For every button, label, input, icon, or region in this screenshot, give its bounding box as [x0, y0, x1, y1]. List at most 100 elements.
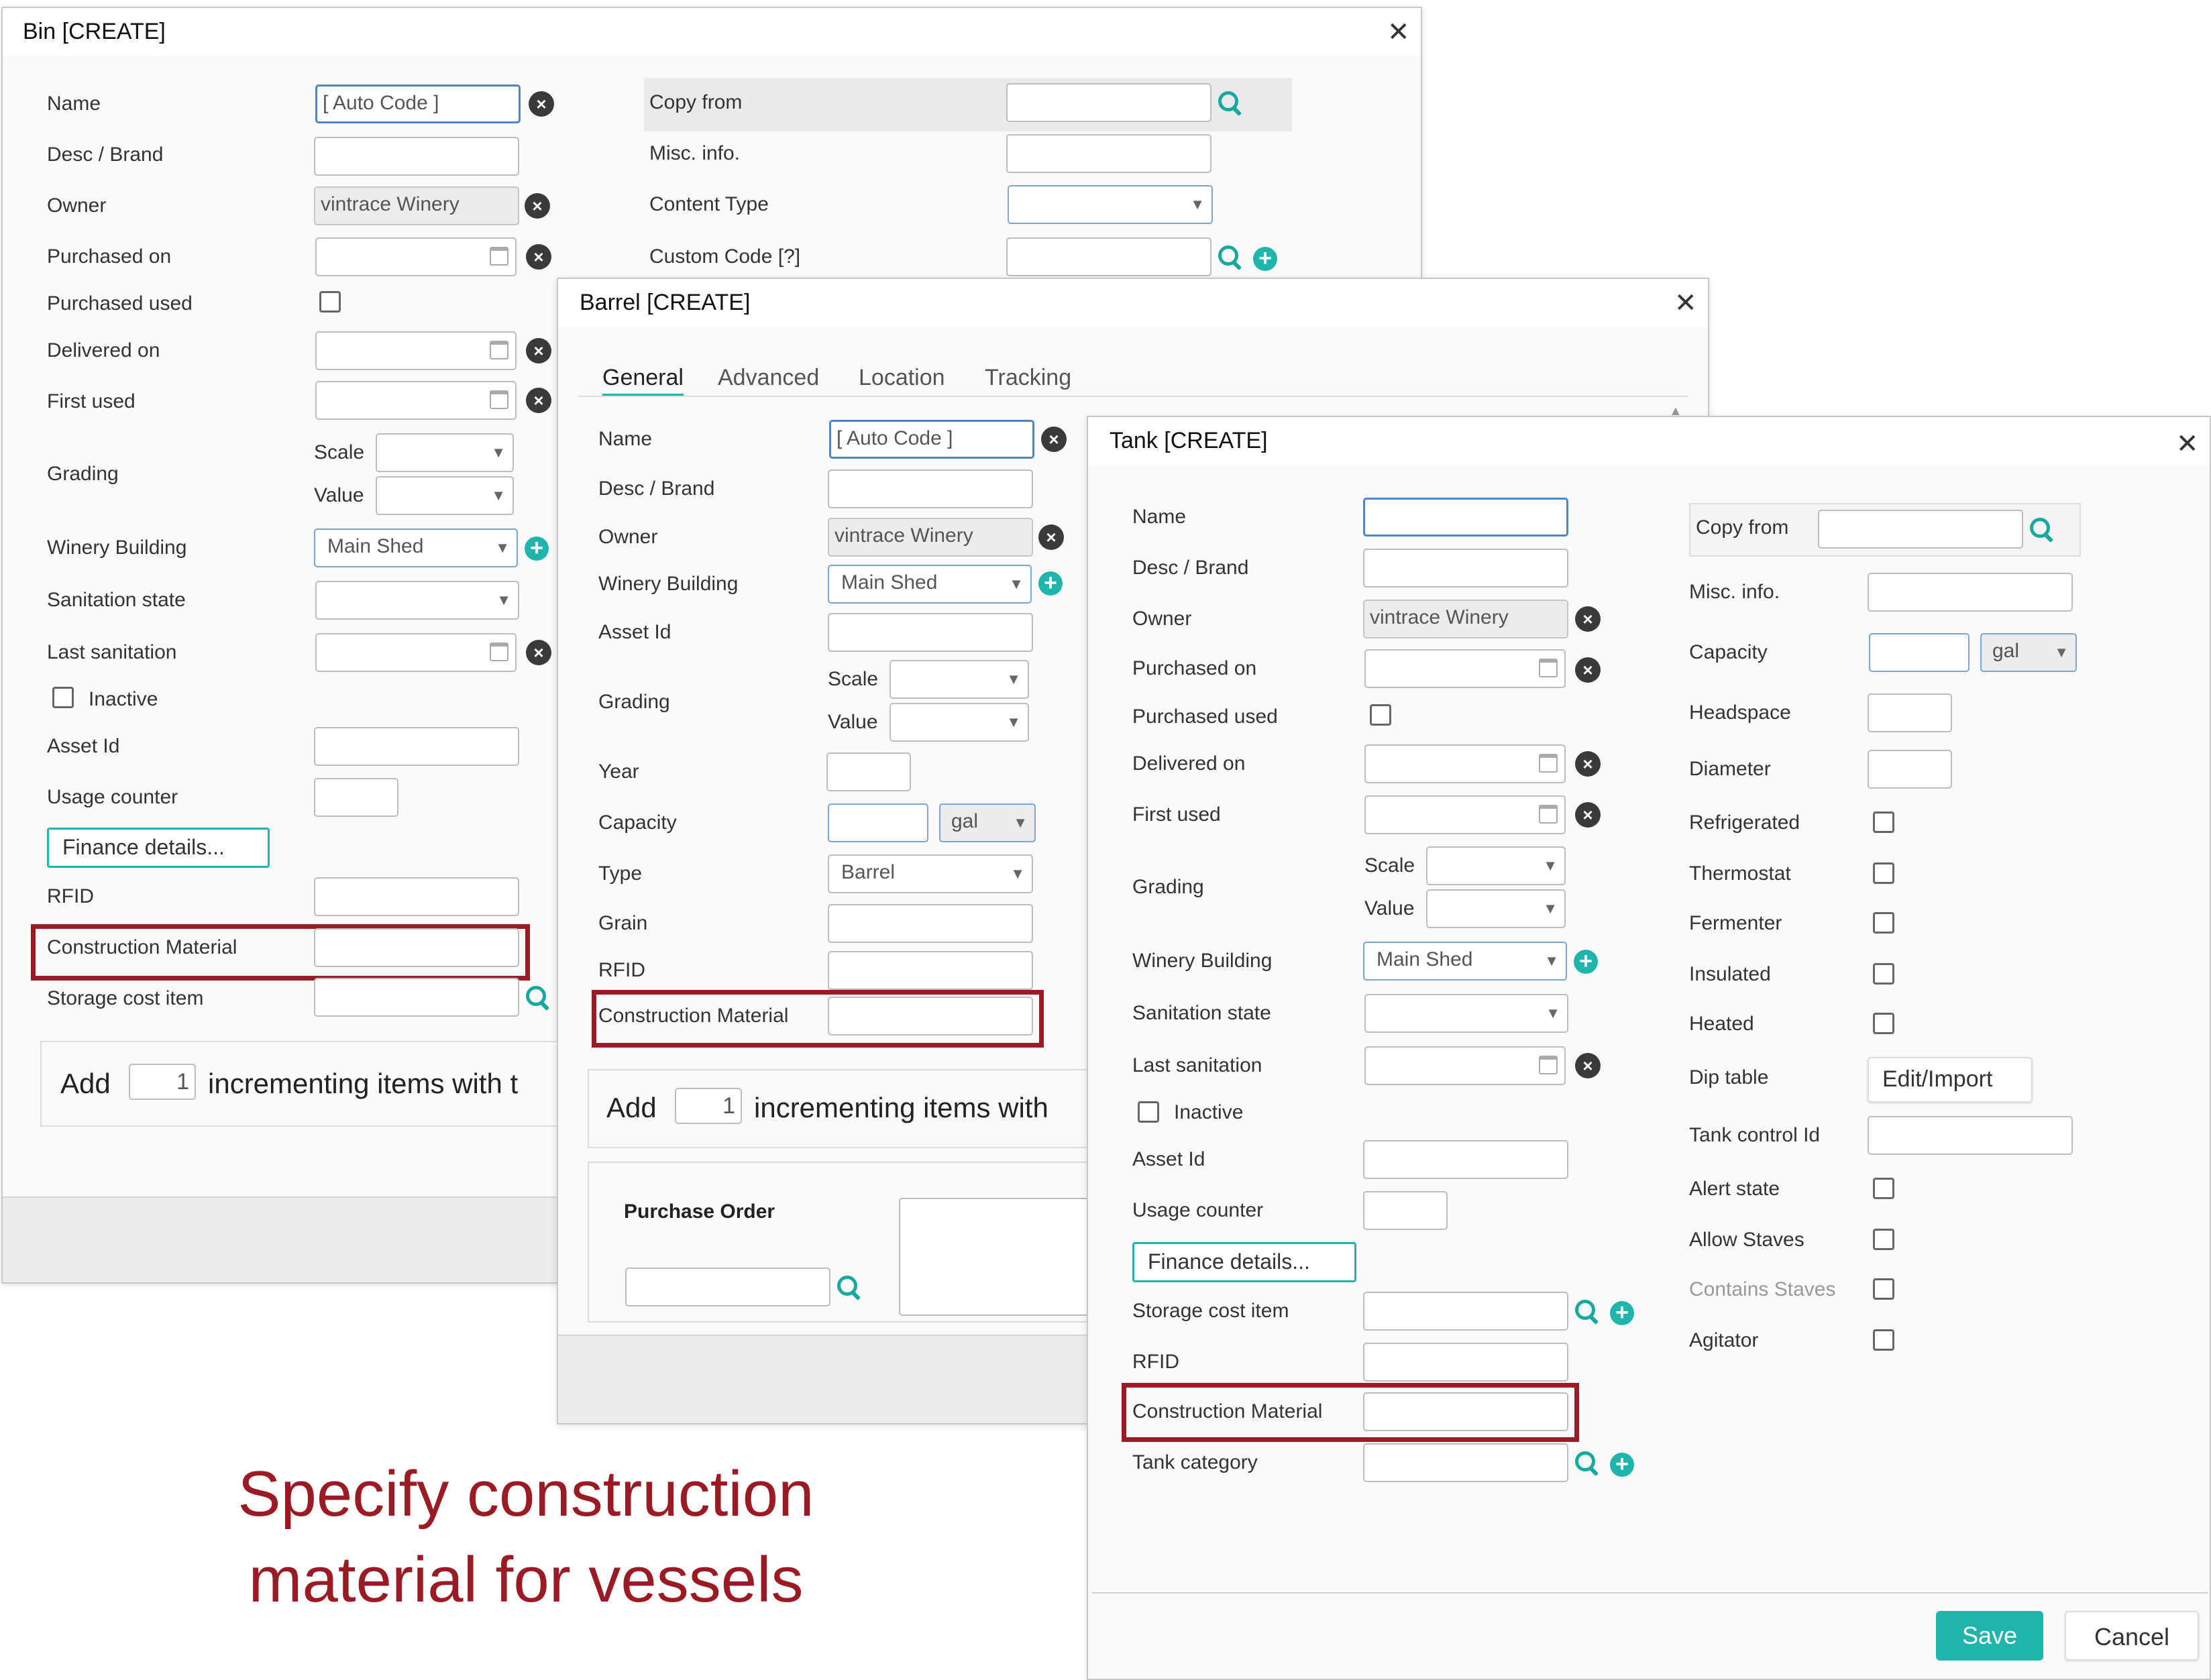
tank-control-id-input[interactable] — [1868, 1116, 2073, 1155]
barrel-capacity-unit-select[interactable]: gal ▼ — [939, 803, 1036, 842]
bin-rfid-input[interactable] — [314, 877, 519, 916]
barrel-type-select[interactable]: Barrel ▼ — [828, 854, 1033, 893]
tank-construction-material-input[interactable] — [1363, 1392, 1568, 1431]
tab-general[interactable]: General — [602, 365, 684, 397]
tank-winery-building-select[interactable]: Main Shed ▼ — [1363, 942, 1567, 981]
barrel-add-count-input[interactable]: 1 — [675, 1088, 742, 1124]
bin-owner-clear-icon[interactable]: × — [525, 193, 550, 219]
tank-usage-counter-input[interactable] — [1363, 1191, 1448, 1230]
tank-category-add-icon[interactable]: + — [1610, 1453, 1634, 1477]
calendar-icon[interactable] — [1539, 1056, 1558, 1074]
barrel-grain-input[interactable] — [828, 904, 1033, 943]
calendar-icon[interactable] — [1539, 659, 1558, 677]
tank-delivered-on-input[interactable] — [1364, 744, 1566, 783]
tank-finance-details-button[interactable]: Finance details... — [1132, 1242, 1356, 1282]
tab-tracking[interactable]: Tracking — [985, 365, 1071, 391]
bin-last-sanitation-clear-icon[interactable]: × — [526, 640, 551, 665]
barrel-owner-input[interactable]: vintrace Winery — [828, 518, 1033, 557]
calendar-icon[interactable] — [490, 247, 508, 266]
tank-delivered-on-clear-icon[interactable]: × — [1575, 751, 1601, 777]
tank-refrigerated-checkbox[interactable] — [1873, 811, 1894, 833]
barrel-purchase-order-input[interactable] — [625, 1268, 830, 1306]
tank-name-input[interactable] — [1363, 498, 1568, 537]
bin-last-sanitation-input[interactable] — [315, 633, 517, 672]
bin-purchased-used-checkbox[interactable] — [319, 291, 341, 313]
bin-inactive-checkbox[interactable] — [52, 687, 74, 708]
barrel-owner-clear-icon[interactable]: × — [1038, 524, 1064, 550]
tank-storage-cost-search-icon[interactable] — [1574, 1298, 1601, 1325]
tank-owner-input[interactable]: vintrace Winery — [1363, 600, 1568, 638]
barrel-value-select[interactable]: ▼ — [889, 703, 1029, 742]
tank-inactive-checkbox[interactable] — [1138, 1101, 1159, 1123]
barrel-scale-select[interactable]: ▼ — [889, 660, 1029, 699]
tank-thermostat-checkbox[interactable] — [1873, 862, 1894, 884]
tab-advanced[interactable]: Advanced — [718, 365, 819, 391]
tank-storage-cost-add-icon[interactable]: + — [1610, 1301, 1634, 1325]
tank-first-used-clear-icon[interactable]: × — [1575, 802, 1601, 828]
tank-copy-from-input[interactable] — [1818, 510, 2023, 549]
bin-content-type-select[interactable]: ▼ — [1008, 185, 1213, 224]
barrel-construction-material-input[interactable] — [828, 997, 1033, 1035]
tank-category-search-icon[interactable] — [1574, 1450, 1601, 1477]
barrel-purchase-order-notes[interactable] — [899, 1198, 1100, 1316]
barrel-name-clear-icon[interactable]: × — [1041, 427, 1067, 452]
tank-sanitation-state-select[interactable]: ▼ — [1364, 994, 1568, 1033]
tank-copy-from-search-icon[interactable] — [2029, 516, 2055, 543]
bin-sanitation-state-select[interactable]: ▼ — [315, 581, 519, 620]
tank-alert-state-checkbox[interactable] — [1873, 1178, 1894, 1199]
bin-close-icon[interactable]: ✕ — [1387, 19, 1410, 46]
cancel-button[interactable]: Cancel — [2065, 1611, 2199, 1661]
bin-custom-code-add-icon[interactable]: + — [1253, 247, 1277, 271]
tank-rfid-input[interactable] — [1363, 1343, 1568, 1382]
bin-add-count-input[interactable]: 1 — [129, 1064, 196, 1100]
barrel-close-icon[interactable]: ✕ — [1674, 290, 1697, 317]
tank-asset-id-input[interactable] — [1363, 1140, 1568, 1179]
tank-owner-clear-icon[interactable]: × — [1575, 606, 1601, 632]
tank-purchased-on-input[interactable] — [1364, 649, 1566, 688]
bin-first-used-input[interactable] — [315, 381, 517, 420]
tank-capacity-input[interactable] — [1869, 633, 1970, 672]
calendar-icon[interactable] — [1539, 754, 1558, 773]
tank-last-sanitation-clear-icon[interactable]: × — [1575, 1053, 1601, 1078]
tank-scale-select[interactable]: ▼ — [1426, 846, 1566, 885]
tank-purchased-on-clear-icon[interactable]: × — [1575, 657, 1601, 683]
tank-agitator-checkbox[interactable] — [1873, 1329, 1894, 1351]
bin-add-building-icon[interactable]: + — [525, 537, 549, 561]
bin-winery-building-select[interactable]: Main Shed ▼ — [314, 528, 518, 567]
bin-storage-cost-search-icon[interactable] — [525, 985, 551, 1011]
barrel-add-building-icon[interactable]: + — [1038, 571, 1063, 596]
tank-desc-input[interactable] — [1363, 549, 1568, 587]
barrel-desc-input[interactable] — [828, 469, 1033, 508]
tank-category-input[interactable] — [1363, 1443, 1568, 1482]
barrel-year-input[interactable] — [826, 752, 911, 791]
bin-purchased-on-clear-icon[interactable]: × — [526, 244, 551, 270]
tank-allow-staves-checkbox[interactable] — [1873, 1229, 1894, 1250]
tank-headspace-input[interactable] — [1868, 693, 1952, 732]
bin-delivered-on-clear-icon[interactable]: × — [526, 338, 551, 363]
bin-usage-counter-input[interactable] — [314, 778, 398, 817]
bin-value-select[interactable]: ▼ — [376, 476, 514, 515]
tank-fermenter-checkbox[interactable] — [1873, 912, 1894, 934]
calendar-icon[interactable] — [490, 642, 508, 661]
bin-construction-material-input[interactable] — [314, 928, 519, 967]
tab-location[interactable]: Location — [859, 365, 945, 391]
calendar-icon[interactable] — [1539, 805, 1558, 824]
bin-copy-from-input[interactable] — [1006, 83, 1211, 122]
tank-purchased-used-checkbox[interactable] — [1370, 704, 1391, 726]
bin-storage-cost-input[interactable] — [314, 978, 519, 1017]
bin-name-clear-icon[interactable]: × — [529, 91, 554, 117]
barrel-winery-building-select[interactable]: Main Shed ▼ — [828, 565, 1032, 604]
bin-name-input[interactable]: [ Auto Code ] — [315, 85, 521, 123]
bin-delivered-on-input[interactable] — [315, 331, 517, 370]
tank-last-sanitation-input[interactable] — [1364, 1046, 1566, 1085]
tank-heated-checkbox[interactable] — [1873, 1013, 1894, 1034]
bin-asset-id-input[interactable] — [314, 727, 519, 766]
tank-insulated-checkbox[interactable] — [1873, 963, 1894, 985]
barrel-asset-id-input[interactable] — [828, 613, 1033, 652]
tank-misc-info-input[interactable] — [1868, 573, 2073, 612]
bin-finance-details-button[interactable]: Finance details... — [47, 828, 270, 868]
bin-custom-code-search-icon[interactable] — [1217, 244, 1244, 271]
tank-storage-cost-input[interactable] — [1363, 1292, 1568, 1331]
bin-owner-input[interactable]: vintrace Winery — [314, 186, 519, 225]
bin-misc-info-input[interactable] — [1006, 134, 1211, 173]
